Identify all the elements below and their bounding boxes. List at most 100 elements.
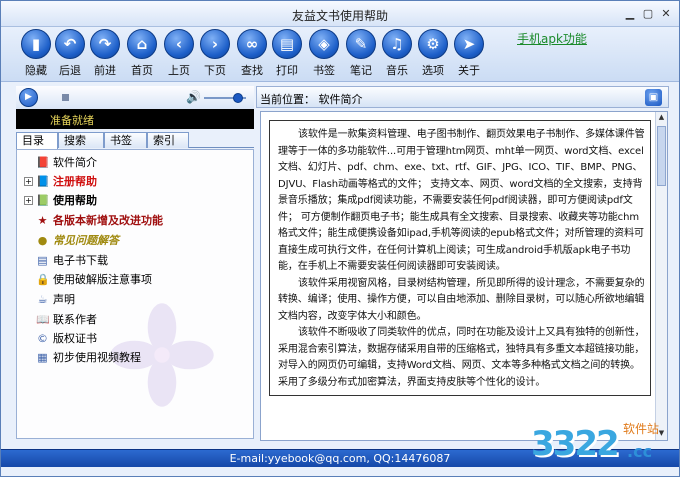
close-icon[interactable]: ✕ — [659, 7, 673, 21]
tree-item-label: 软件简介 — [53, 156, 97, 169]
toolbar-button-8[interactable]: ◈ 书签 — [306, 29, 342, 81]
tree-item-label: 注册帮助 — [53, 175, 97, 188]
toolbar-button-3[interactable]: ⌂ 首页 — [124, 29, 160, 81]
tree-item[interactable]: 🔒 使用破解版注意事项 — [17, 271, 253, 288]
toolbar-button-10[interactable]: ♫ 音乐 — [379, 29, 415, 81]
tree-item[interactable]: 📕 软件简介 — [17, 154, 253, 171]
tree-item-label: 电子书下载 — [53, 254, 108, 267]
media-player: ▶ 🔊 准备就绪 — [16, 86, 254, 129]
toolbar-button-label: 前进 — [94, 64, 116, 77]
toolbar-button-0[interactable]: ▮ 隐藏 — [18, 29, 54, 81]
tab-1[interactable]: 搜索 — [58, 132, 104, 148]
tree-item[interactable]: + 📘 注册帮助 — [17, 173, 253, 190]
minimize-icon[interactable]: ▁ — [623, 7, 637, 21]
player-controls: ▶ 🔊 — [16, 86, 254, 109]
toolbar-button-label: 打印 — [276, 64, 298, 77]
hide-icon: ▮ — [21, 29, 51, 59]
forward-icon: ↷ — [90, 29, 120, 59]
volume-icon[interactable]: 🔊 — [186, 90, 201, 104]
sync-toc-icon[interactable]: ▣ — [645, 89, 662, 106]
toolbar-button-label: 隐藏 — [25, 64, 47, 77]
tab-0[interactable]: 目录 — [16, 132, 58, 149]
toolbar-button-1[interactable]: ↶ 后退 — [52, 29, 88, 81]
tree-item[interactable]: + 📗 使用帮助 — [17, 192, 253, 209]
nav-tabs: 目录 搜索 书签 索引 — [16, 132, 254, 149]
tree-item-label: 使用帮助 — [53, 194, 97, 207]
certificate-icon: © — [37, 332, 48, 345]
expand-icon[interactable]: + — [24, 196, 33, 205]
toolbar-button-label: 查找 — [241, 64, 263, 77]
toolbar-button-label: 后退 — [59, 64, 81, 77]
music-icon: ♫ — [382, 29, 412, 59]
toolbar-button-label: 书签 — [313, 64, 335, 77]
title-bar: 友益文书使用帮助 ▁ ▢ ✕ — [1, 1, 679, 27]
toolbar-button-label: 首页 — [131, 64, 153, 77]
tree-item-label: 声明 — [53, 293, 75, 306]
help-icon: ● — [37, 234, 48, 247]
paragraph-features: 该软件不断吸收了同类软件的优点，同时在功能及设计上又具有独特的创新性，采用混合索… — [278, 327, 645, 388]
cursor-icon: ➤ — [454, 29, 484, 59]
bookmark-icon: ◈ — [309, 29, 339, 59]
watermark-site: 软件站 — [623, 422, 660, 436]
toolbar-button-5[interactable]: › 下页 — [197, 29, 233, 81]
tree-item[interactable]: ▤ 电子书下载 — [17, 252, 253, 269]
scroll-up-icon[interactable]: ▲ — [657, 113, 666, 123]
install-icon: 📘 — [36, 175, 50, 188]
watermark-number: 3322 — [531, 424, 620, 464]
download-icon: ▤ — [37, 254, 48, 267]
location-bar: 当前位置： 软件简介 ▣ — [256, 86, 669, 108]
book-icon: 📕 — [36, 156, 50, 169]
expand-icon[interactable]: + — [24, 177, 33, 186]
tree-item-label: 初步使用视频教程 — [53, 351, 141, 364]
home-icon: ⌂ — [127, 29, 157, 59]
toolbar-button-6[interactable]: ∞ 查找 — [234, 29, 270, 81]
toolbar-button-9[interactable]: ✎ 笔记 — [343, 29, 379, 81]
tab-3[interactable]: 索引 — [147, 132, 189, 148]
printer-icon: ▤ — [272, 29, 302, 59]
watermark-domain: .cc — [627, 442, 653, 461]
vertical-scrollbar[interactable]: ▲ ▼ — [655, 112, 667, 440]
apk-feature-link[interactable]: 手机apk功能 — [517, 30, 587, 47]
toolbar-button-label: 音乐 — [386, 64, 408, 77]
tree-item-label: 版权证书 — [53, 332, 97, 345]
tree-item-label: 联系作者 — [53, 313, 97, 326]
tree-item[interactable]: ▦ 初步使用视频教程 — [17, 349, 253, 366]
book-open-icon: 📖 — [36, 313, 50, 326]
paragraph-style: 该软件采用视窗风格，目录树结构管理，所见即所得的设计理念，不需要复杂的转换、编译… — [278, 277, 645, 322]
video-icon: ▦ — [37, 351, 48, 364]
toolbar-button-label: 选项 — [422, 64, 444, 77]
app-window: 友益文书使用帮助 ▁ ▢ ✕ ▮ 隐藏 ↶ 后退 ↷ 前进 ⌂ 首页 ‹ 上页 › 下页 ∞ 查找 ▤ 打印 ◈… — [0, 0, 680, 477]
toolbar-button-11[interactable]: ⚙ 选项 — [415, 29, 451, 81]
content-pane: 该软件是一款集资料管理、电子图书制作、翻页效果电子书制作、多媒体课件管理等于一体… — [260, 111, 668, 441]
toolbar-button-7[interactable]: ▤ 打印 — [269, 29, 305, 81]
toolbar-button-12[interactable]: ➤ 关于 — [451, 29, 487, 81]
current-location: 当前位置： 软件简介 — [260, 93, 363, 106]
tree-item-label: 各版本新增及改进功能 — [53, 214, 163, 227]
play-icon[interactable]: ▶ — [19, 88, 38, 107]
tree-item[interactable]: ★ 各版本新增及改进功能 — [17, 212, 253, 229]
toolbar-button-label: 关于 — [458, 64, 480, 77]
maximize-icon[interactable]: ▢ — [641, 7, 655, 21]
tree-item[interactable]: © 版权证书 — [17, 330, 253, 347]
tab-2[interactable]: 书签 — [104, 132, 147, 148]
player-status: 准备就绪 — [50, 114, 94, 127]
binoculars-icon: ∞ — [237, 29, 267, 59]
toolbar-button-2[interactable]: ↷ 前进 — [87, 29, 123, 81]
toc-tree: 📕 软件简介 + 📘 注册帮助 + 📗 使用帮助 ★ 各版本新增及改进功能 ● 常见问题解答 ▤ 电子书下… — [16, 149, 254, 439]
scroll-thumb[interactable] — [657, 126, 666, 186]
book-icon: 📗 — [36, 194, 50, 207]
cup-icon: ☕ — [37, 293, 48, 306]
document-text: 该软件是一款集资料管理、电子图书制作、翻页效果电子书制作、多媒体课件管理等于一体… — [269, 120, 651, 396]
notes-icon: ✎ — [346, 29, 376, 59]
back-icon: ↶ — [55, 29, 85, 59]
stop-icon[interactable] — [62, 94, 69, 101]
tree-item-label: 使用破解版注意事项 — [53, 273, 152, 286]
gear-icon: ⚙ — [418, 29, 448, 59]
tree-item[interactable]: ● 常见问题解答 — [17, 232, 253, 249]
volume-slider-handle[interactable] — [233, 93, 243, 103]
tree-item[interactable]: 📖 联系作者 — [17, 311, 253, 328]
tree-item[interactable]: ☕ 声明 — [17, 291, 253, 308]
paragraph-intro: 该软件是一款集资料管理、电子图书制作、翻页效果电子书制作、多媒体课件管理等于一体… — [278, 129, 645, 272]
star-icon: ★ — [37, 214, 48, 227]
toolbar-button-4[interactable]: ‹ 上页 — [161, 29, 197, 81]
